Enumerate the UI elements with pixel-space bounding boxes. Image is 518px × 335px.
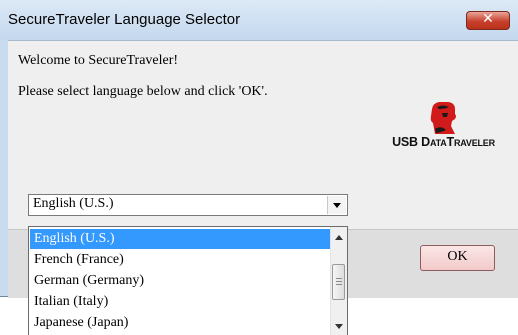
- scroll-up-icon[interactable]: [331, 229, 347, 245]
- grip-line: [336, 284, 342, 285]
- ok-button[interactable]: OK: [420, 245, 495, 271]
- language-option-french[interactable]: French (France): [30, 250, 330, 270]
- language-dropdown-list[interactable]: English (U.S.) French (France) German (G…: [28, 226, 348, 335]
- kingston-logo: USB DataTraveler: [369, 99, 518, 153]
- window-title: SecureTraveler Language Selector: [8, 11, 241, 28]
- welcome-text: Welcome to SecureTraveler!: [18, 53, 179, 68]
- ok-button-label: OK: [447, 249, 468, 264]
- scroll-down-icon[interactable]: [331, 319, 347, 335]
- chevron-down-icon[interactable]: [327, 196, 346, 214]
- close-button[interactable]: ✕: [466, 11, 510, 30]
- language-option-italian[interactable]: Italian (Italy): [30, 292, 330, 312]
- title-bar[interactable]: SecureTraveler Language Selector ✕: [0, 0, 518, 40]
- kingston-head-icon: [430, 102, 456, 134]
- close-icon: ✕: [482, 11, 494, 27]
- language-option-german[interactable]: German (Germany): [30, 271, 330, 291]
- logo-text: USB DataTraveler: [392, 135, 495, 149]
- scrollbar-thumb[interactable]: [332, 264, 345, 300]
- language-combobox-value: English (U.S.): [33, 196, 114, 211]
- dropdown-scrollbar[interactable]: [330, 227, 347, 335]
- language-combobox[interactable]: English (U.S.): [28, 194, 348, 216]
- instruction-text: Please select language below and click '…: [18, 84, 268, 99]
- grip-line: [336, 281, 342, 282]
- grip-line: [336, 278, 342, 279]
- language-option-english-us[interactable]: English (U.S.): [30, 229, 330, 249]
- language-option-japanese[interactable]: Japanese (Japan): [30, 313, 330, 333]
